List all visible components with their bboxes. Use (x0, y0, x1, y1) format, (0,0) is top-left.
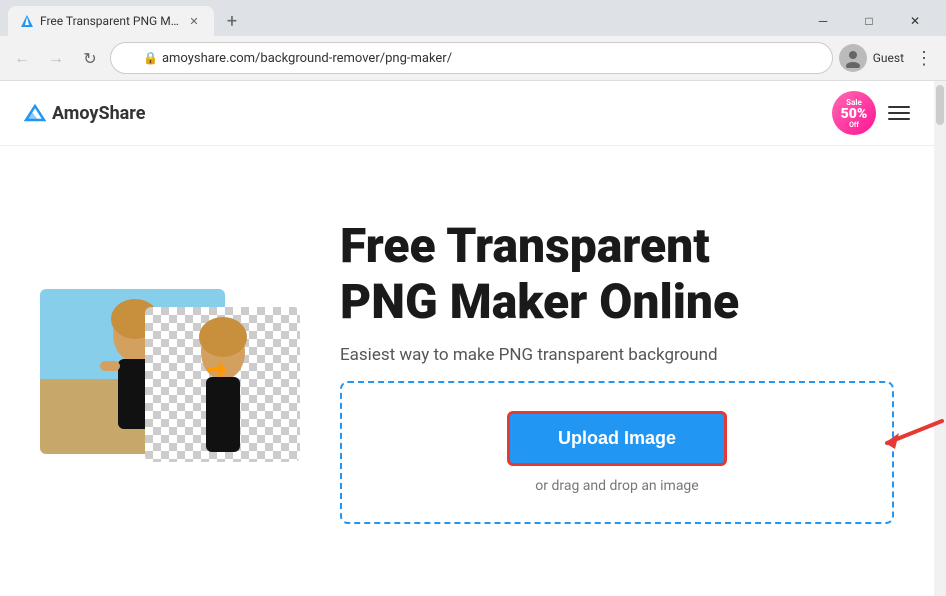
close-button[interactable]: ✕ (892, 3, 938, 39)
logo-icon (24, 102, 46, 124)
drag-drop-text: or drag and drop an image (535, 478, 698, 494)
maximize-button[interactable]: □ (846, 3, 892, 39)
refresh-button[interactable]: ↻ (76, 44, 104, 72)
header-right: Sale 50% Off (832, 91, 910, 135)
tab-title: Free Transparent PNG Maker - (40, 14, 180, 28)
back-button[interactable]: ← (8, 44, 36, 72)
logo-text: AmoyShare (52, 103, 145, 124)
window-controls: ─ □ ✕ (800, 3, 938, 39)
demo-image-area: ➜ ✦ (40, 289, 300, 454)
minimize-button[interactable]: ─ (800, 3, 846, 39)
profile-button[interactable] (839, 44, 867, 72)
upload-zone[interactable]: Upload Image or drag and drop an image (340, 381, 894, 524)
tab-favicon (20, 14, 34, 28)
browser-chrome: Free Transparent PNG Maker - ✕ + ─ □ ✕ ←… (0, 0, 946, 81)
browser-menu-button[interactable]: ⋮ (910, 44, 938, 72)
main-title: Free Transparent PNG Maker Online (340, 218, 894, 328)
subtitle: Easiest way to make PNG transparent back… (340, 345, 894, 365)
active-tab[interactable]: Free Transparent PNG Maker - ✕ (8, 6, 214, 36)
transform-arrow-icon: ➜ (205, 352, 228, 385)
tab-bar: Free Transparent PNG Maker - ✕ + ─ □ ✕ (0, 0, 946, 36)
tab-close-button[interactable]: ✕ (186, 13, 202, 29)
address-bar: ← → ↻ 🔒 amoyshare.com/background-remover… (0, 36, 946, 80)
right-content: Free Transparent PNG Maker Online Easies… (340, 218, 894, 523)
scrollbar-thumb[interactable] (936, 85, 944, 125)
page-inner: AmoyShare Sale 50% Off (0, 81, 934, 596)
url-bar[interactable]: 🔒 amoyshare.com/background-remover/png-m… (110, 42, 833, 74)
guest-label: Guest (873, 51, 904, 65)
url-text: amoyshare.com/background-remover/png-mak… (162, 51, 452, 66)
sale-badge[interactable]: Sale 50% Off (832, 91, 876, 135)
main-area: ➜ ✦ (0, 146, 934, 596)
forward-button[interactable]: → (42, 44, 70, 72)
red-arrow-annotation (877, 411, 946, 465)
scrollbar-track[interactable] (934, 81, 946, 596)
upload-image-button[interactable]: Upload Image (507, 411, 727, 466)
site-header: AmoyShare Sale 50% Off (0, 81, 934, 146)
logo-area: AmoyShare (24, 102, 145, 124)
new-tab-button[interactable]: + (218, 7, 246, 35)
sale-percent: 50% (841, 107, 868, 121)
sale-off: Off (849, 121, 859, 129)
hamburger-menu[interactable] (888, 106, 910, 120)
page-content: AmoyShare Sale 50% Off (0, 81, 946, 596)
